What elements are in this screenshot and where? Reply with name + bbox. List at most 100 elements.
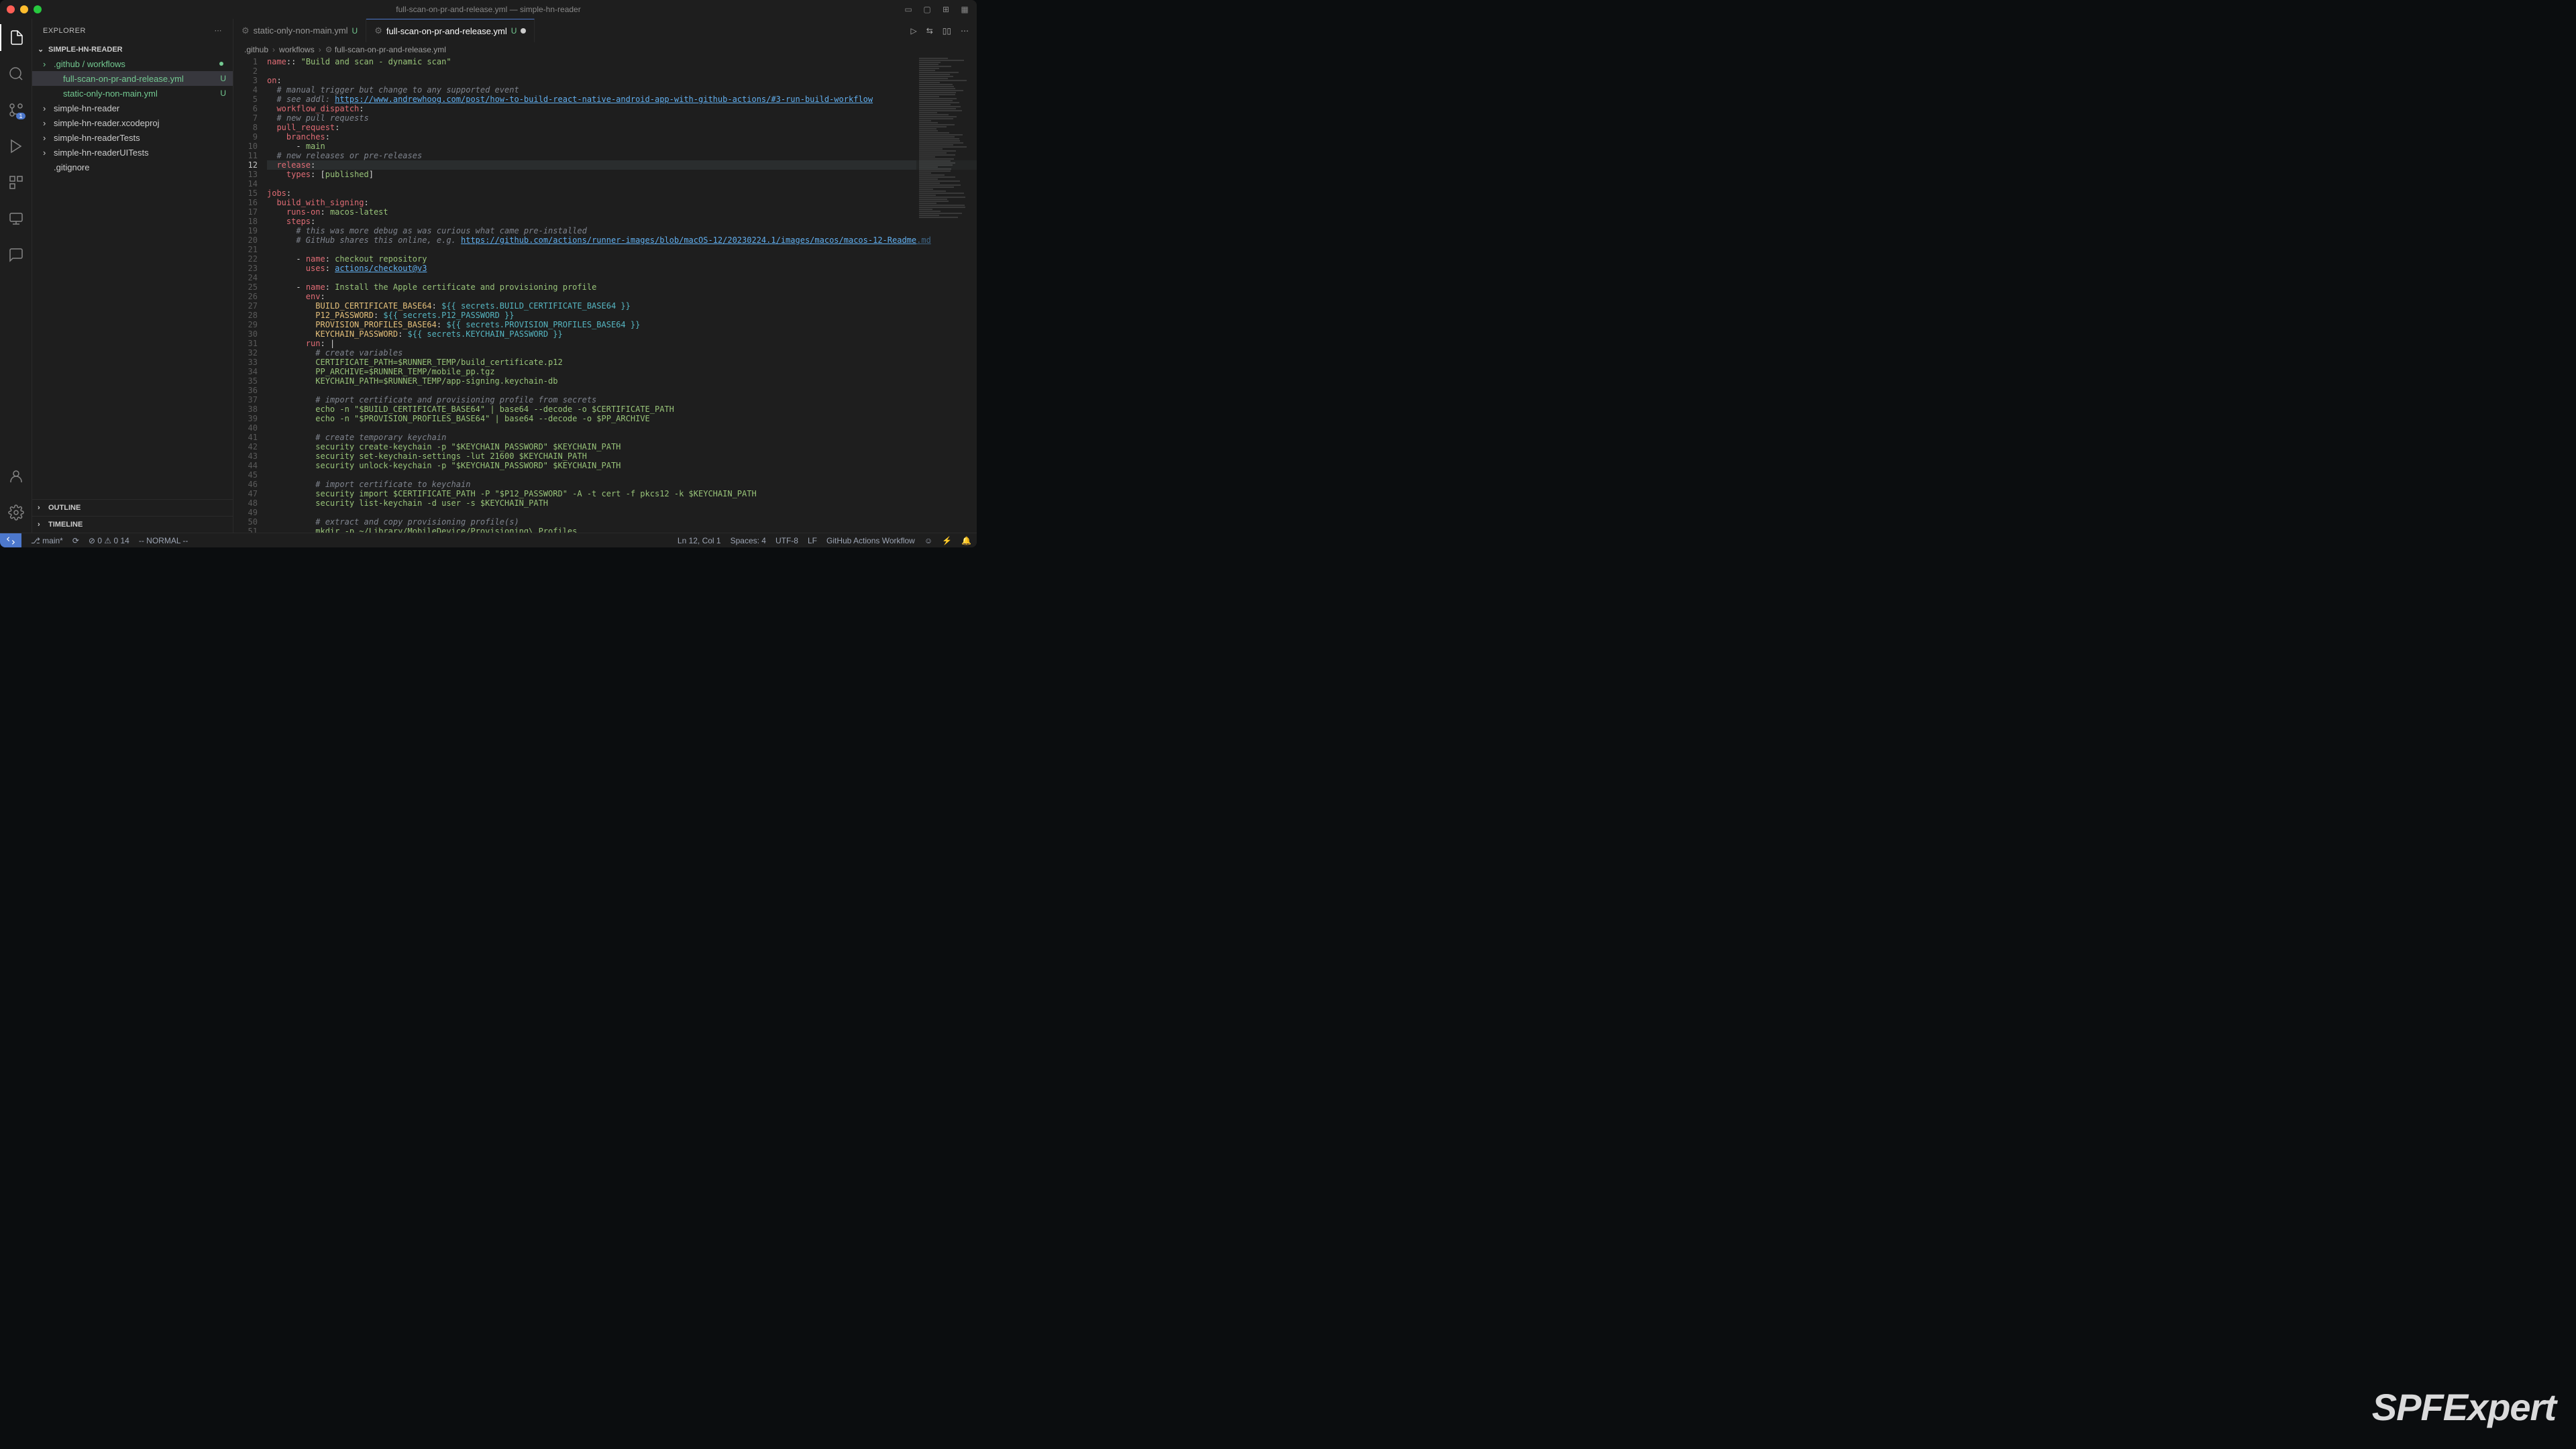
file-item[interactable]: full-scan-on-pr-and-release.ymlU [32,71,233,86]
code-line[interactable]: types: [published] [267,170,977,179]
folder-item[interactable]: ›simple-hn-readerTests [32,130,233,145]
code-line[interactable]: # create variables [267,348,977,358]
code-line[interactable]: - main [267,142,977,151]
customize-layout-icon[interactable]: ▦ [959,4,970,15]
code-line[interactable]: workflow_dispatch: [267,104,977,113]
cursor-position[interactable]: Ln 12, Col 1 [678,536,721,545]
run-debug-icon[interactable] [0,133,32,160]
code-line[interactable] [267,179,977,189]
code-line[interactable] [267,273,977,282]
code-line[interactable]: - name: checkout repository [267,254,977,264]
code-content[interactable]: name:: "Build and scan - dynamic scan"on… [267,57,977,533]
language-mode[interactable]: GitHub Actions Workflow [826,536,915,545]
eol[interactable]: LF [808,536,817,545]
code-line[interactable]: branches: [267,132,977,142]
notifications-icon[interactable]: 🔔 [961,536,971,545]
code-line[interactable]: # GitHub shares this online, e.g. https:… [267,235,977,245]
panel-toggle-icon[interactable]: ▭ [903,4,914,15]
remote-indicator[interactable] [0,533,21,548]
code-line[interactable]: # see addl: https://www.andrewhoog.com/p… [267,95,977,104]
indentation[interactable]: Spaces: 4 [731,536,766,545]
code-line[interactable]: # import certificate and provisioning pr… [267,395,977,405]
git-branch[interactable]: ⎇ main* [31,536,63,545]
search-icon[interactable] [0,60,32,87]
remote-explorer-icon[interactable] [0,205,32,232]
extensions-icon[interactable] [0,169,32,196]
code-line[interactable]: P12_PASSWORD: ${{ secrets.P12_PASSWORD }… [267,311,977,320]
split-editor-icon[interactable]: ▯▯ [943,26,951,36]
code-line[interactable]: KEYCHAIN_PATH=$RUNNER_TEMP/app-signing.k… [267,376,977,386]
source-control-icon[interactable]: 1 [0,97,32,123]
code-line[interactable]: # manual trigger but change to any suppo… [267,85,977,95]
code-line[interactable]: # create temporary keychain [267,433,977,442]
code-line[interactable]: security set-keychain-settings -lut 2160… [267,451,977,461]
code-line[interactable]: mkdir -p ~/Library/MobileDevice/Provisio… [267,527,977,533]
code-line[interactable]: # extract and copy provisioning profile(… [267,517,977,527]
layout-toggle-icon[interactable]: ▢ [922,4,932,15]
code-line[interactable] [267,245,977,254]
code-line[interactable]: release: [267,160,977,170]
chat-icon[interactable] [0,241,32,268]
accounts-icon[interactable] [0,463,32,490]
timeline-section[interactable]: ›TIMELINE [32,516,233,533]
code-line[interactable] [267,423,977,433]
code-line[interactable]: run: | [267,339,977,348]
more-icon[interactable]: ⋯ [215,26,223,35]
breadcrumbs[interactable]: .github›workflows›⚙ full-scan-on-pr-and-… [233,42,977,57]
folder-root-header[interactable]: ⌄ SIMPLE-HN-READER [32,42,233,56]
file-item[interactable]: .gitignore [32,160,233,174]
code-line[interactable]: PP_ARCHIVE=$RUNNER_TEMP/mobile_pp.tgz [267,367,977,376]
file-item[interactable]: static-only-non-main.ymlU [32,86,233,101]
editor-tab[interactable]: ⚙full-scan-on-pr-and-release.ymlU [366,19,535,42]
outline-section[interactable]: ›OUTLINE [32,499,233,516]
code-line[interactable]: security create-keychain -p "$KEYCHAIN_P… [267,442,977,451]
code-line[interactable]: CERTIFICATE_PATH=$RUNNER_TEMP/build_cert… [267,358,977,367]
code-line[interactable]: # this was more debug as was curious wha… [267,226,977,235]
encoding[interactable]: UTF-8 [775,536,798,545]
explorer-icon[interactable] [0,24,32,51]
code-line[interactable] [267,470,977,480]
close-icon[interactable] [7,5,15,13]
breadcrumb-item[interactable]: .github [244,45,268,54]
code-line[interactable]: security unlock-keychain -p "$KEYCHAIN_P… [267,461,977,470]
code-editor[interactable]: 1234567891011121314151617181920212223242… [233,57,977,533]
code-line[interactable]: jobs: [267,189,977,198]
problems-indicator[interactable]: ⊘ 0 ⚠ 0 14 [89,536,129,545]
folder-item[interactable]: ›simple-hn-readerUITests [32,145,233,160]
code-line[interactable]: KEYCHAIN_PASSWORD: ${{ secrets.KEYCHAIN_… [267,329,977,339]
code-line[interactable]: # import certificate to keychain [267,480,977,489]
code-line[interactable]: security list-keychain -d user -s $KEYCH… [267,498,977,508]
gear-icon[interactable] [0,499,32,526]
code-line[interactable]: env: [267,292,977,301]
breadcrumb-item[interactable]: ⚙ full-scan-on-pr-and-release.yml [325,45,446,54]
more-actions-icon[interactable]: ⋯ [961,26,969,36]
code-line[interactable]: security import $CERTIFICATE_PATH -P "$P… [267,489,977,498]
code-line[interactable]: steps: [267,217,977,226]
folder-item[interactable]: ›simple-hn-reader.xcodeproj [32,115,233,130]
run-icon[interactable]: ▷ [910,26,916,36]
code-line[interactable]: # new releases or pre-releases [267,151,977,160]
code-line[interactable]: name:: "Build and scan - dynamic scan" [267,57,977,66]
sync-icon[interactable]: ⟳ [72,536,79,545]
prettier-icon[interactable]: ⚡ [942,536,952,545]
folder-item[interactable]: ›.github / workflows [32,56,233,71]
code-line[interactable]: BUILD_CERTIFICATE_BASE64: ${{ secrets.BU… [267,301,977,311]
code-line[interactable]: - name: Install the Apple certificate an… [267,282,977,292]
code-line[interactable]: uses: actions/checkout@v3 [267,264,977,273]
code-line[interactable]: # new pull requests [267,113,977,123]
code-line[interactable] [267,66,977,76]
split-icon[interactable]: ⊞ [941,4,951,15]
maximize-icon[interactable] [34,5,42,13]
code-line[interactable] [267,508,977,517]
code-line[interactable]: PROVISION_PROFILES_BASE64: ${{ secrets.P… [267,320,977,329]
minimap[interactable] [916,57,977,533]
folder-item[interactable]: ›simple-hn-reader [32,101,233,115]
feedback-icon[interactable]: ☺ [924,536,932,545]
code-line[interactable]: echo -n "$BUILD_CERTIFICATE_BASE64" | ba… [267,405,977,414]
code-line[interactable]: runs-on: macos-latest [267,207,977,217]
code-line[interactable]: pull_request: [267,123,977,132]
code-line[interactable]: build_with_signing: [267,198,977,207]
breadcrumb-item[interactable]: workflows [279,45,315,54]
code-line[interactable] [267,386,977,395]
minimize-icon[interactable] [20,5,28,13]
